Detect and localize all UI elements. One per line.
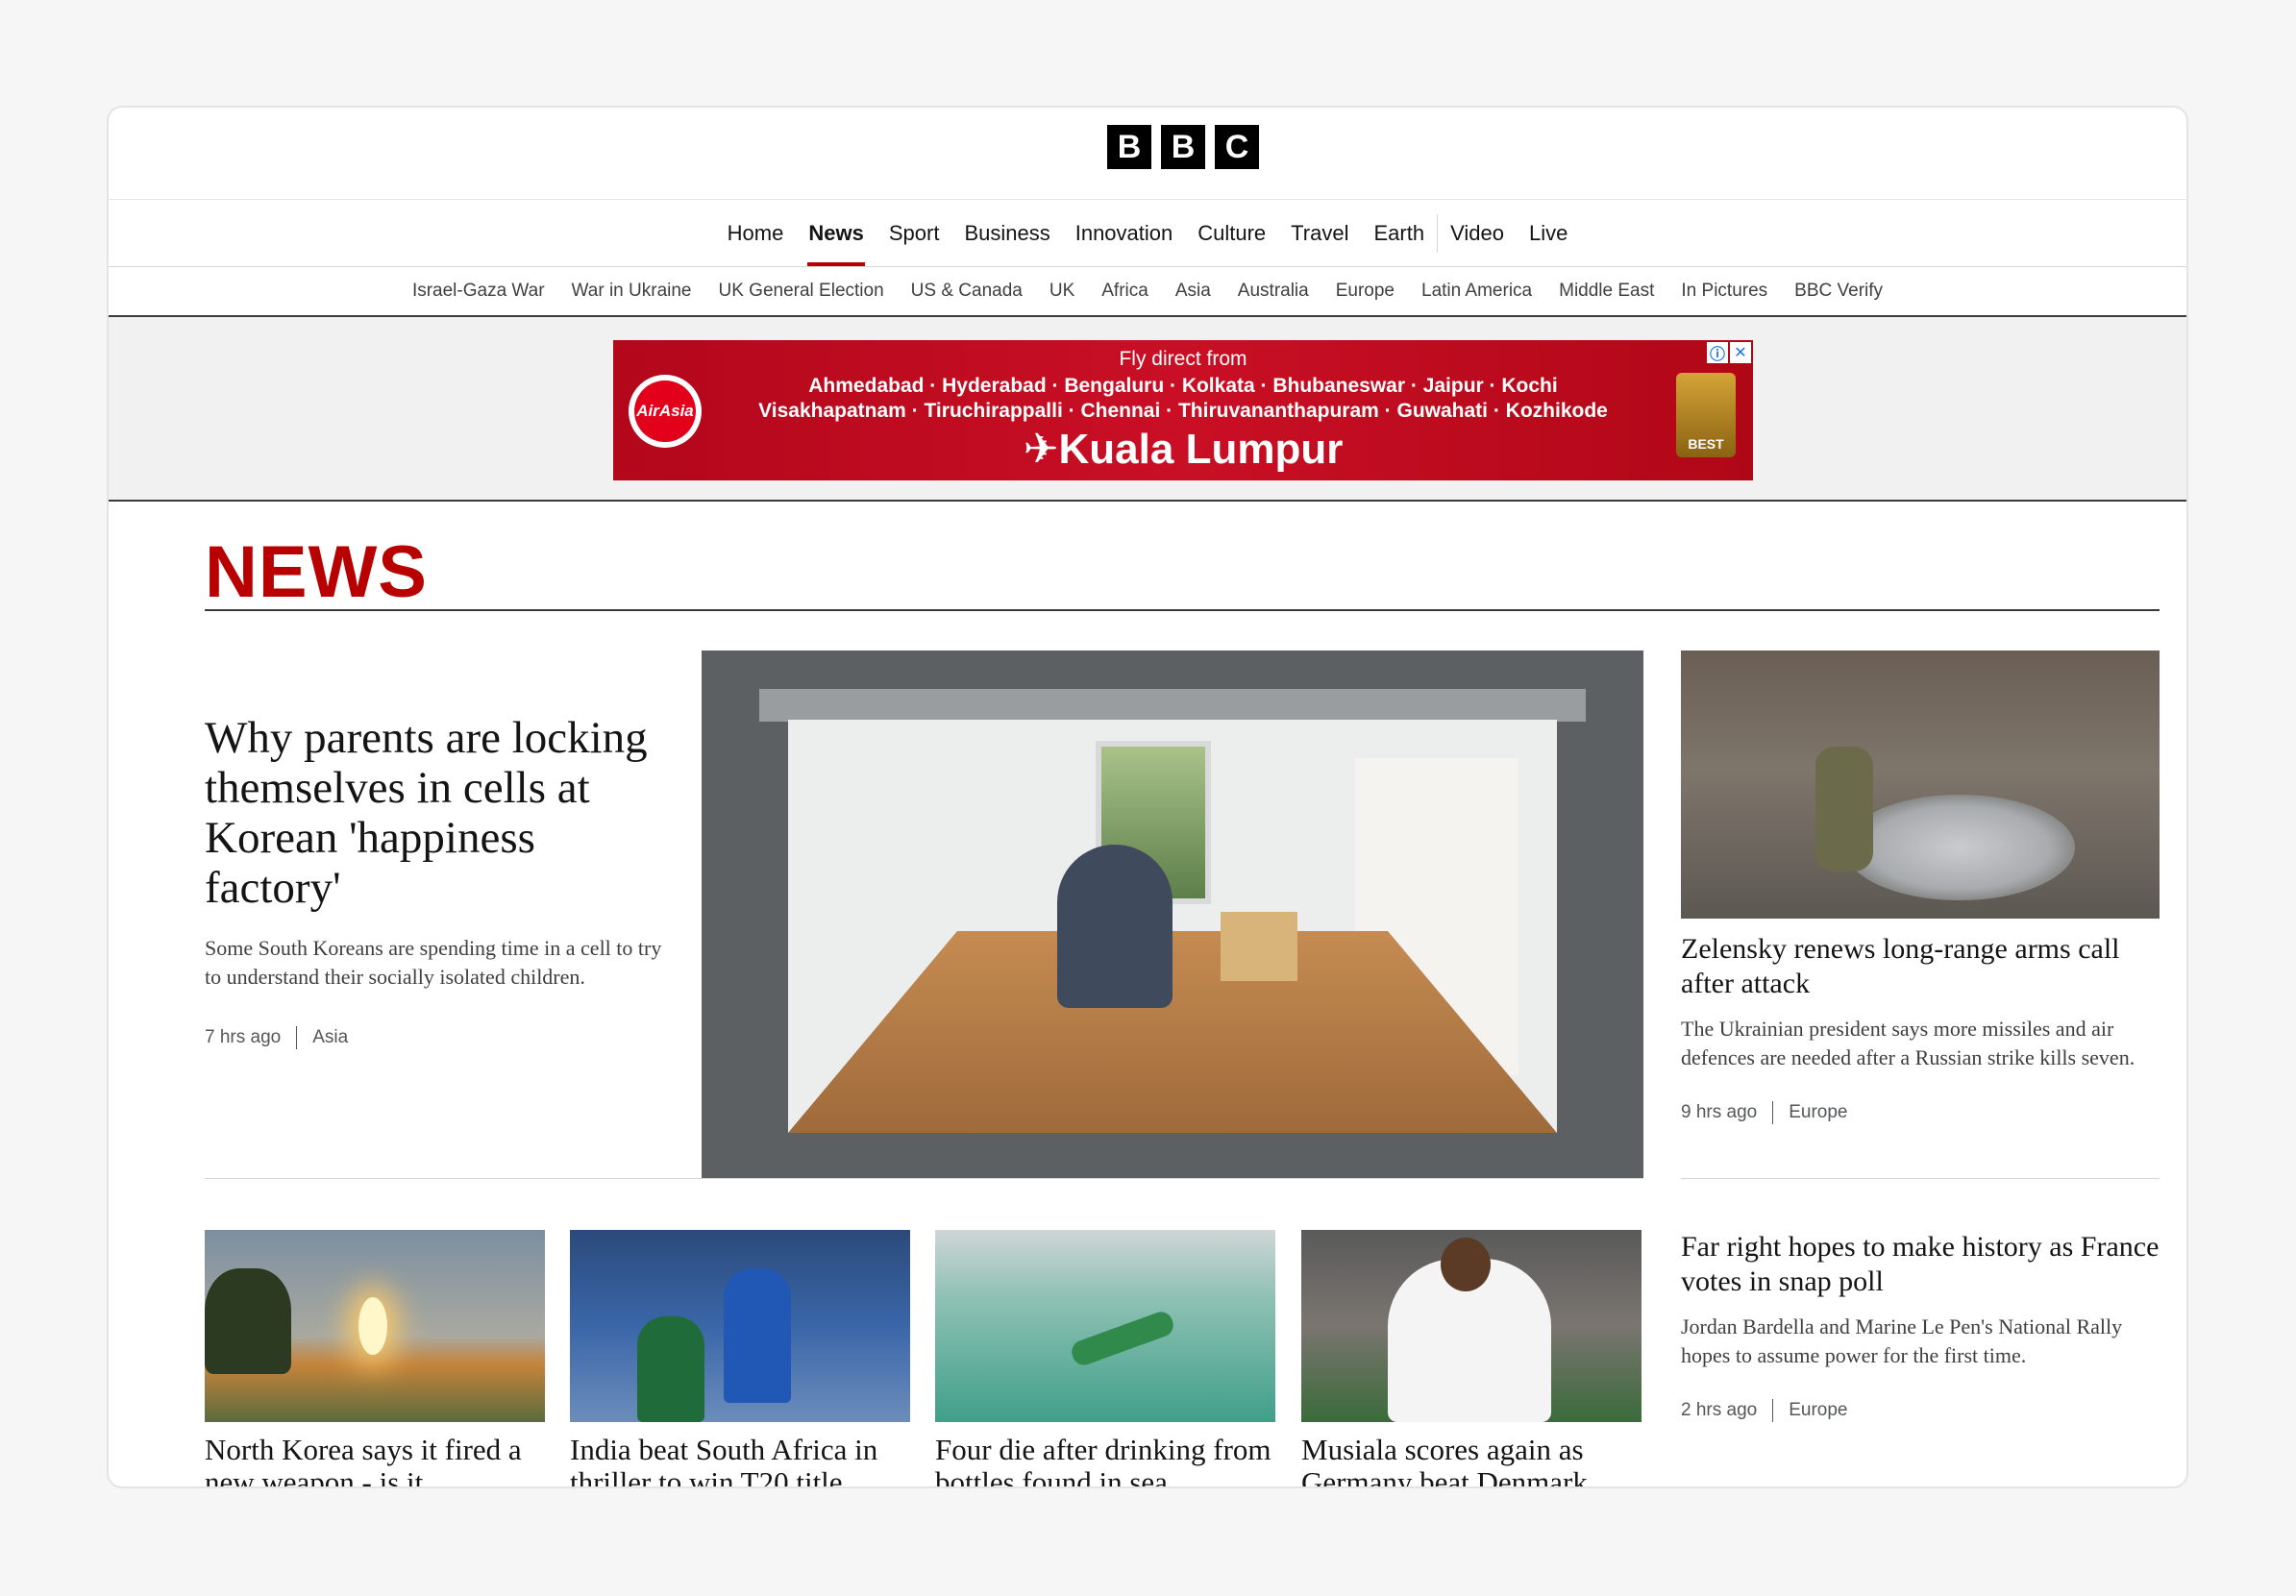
ad-close-icon[interactable]: ✕: [1730, 342, 1751, 363]
lead-meta: 7 hrs ago Asia: [205, 1026, 676, 1049]
story-card-image[interactable]: [1301, 1230, 1642, 1422]
side-story-tag[interactable]: Europe: [1789, 1102, 1847, 1123]
lead-headline[interactable]: Why parents are locking themselves in ce…: [205, 713, 676, 913]
lead-time: 7 hrs ago: [205, 1027, 282, 1047]
lead-summary: Some South Koreans are spending time in …: [205, 936, 662, 989]
nav-item-innovation[interactable]: Innovation: [1063, 200, 1186, 266]
sub-nav: Israel-Gaza War War in Ukraine UK Genera…: [109, 267, 2186, 317]
subnav-item-uk-general-election[interactable]: UK General Election: [705, 281, 898, 302]
story-card-image[interactable]: [205, 1230, 545, 1422]
nav-item-business[interactable]: Business: [951, 200, 1062, 266]
meta-separator: [296, 1026, 298, 1049]
subnav-item-latin-america[interactable]: Latin America: [1408, 281, 1545, 302]
side-story-summary: Jordan Bardella and Marine Le Pen's Nati…: [1681, 1314, 2123, 1367]
story-card[interactable]: India beat South Africa in thriller to w…: [570, 1230, 910, 1487]
story-card-image[interactable]: [935, 1230, 1275, 1422]
nav-item-earth[interactable]: Earth: [1361, 200, 1437, 266]
ad-choices: ⓘ ✕: [1707, 342, 1751, 363]
side-story-summary: The Ukrainian president says more missil…: [1681, 1017, 2136, 1069]
crater: [1844, 795, 2075, 900]
lead-divider: [205, 1178, 1643, 1179]
nav-item-travel[interactable]: Travel: [1278, 200, 1361, 266]
subnav-item-israel-gaza-war[interactable]: Israel-Gaza War: [399, 281, 558, 302]
section-title: NEWS: [205, 531, 428, 613]
ad-cities-line1: Ahmedabad · Hyderabad · Bengaluru · Kolk…: [808, 375, 1558, 397]
header-logo-row: B B C: [109, 108, 2186, 200]
side-story[interactable]: Far right hopes to make history as Franc…: [1681, 1230, 2160, 1422]
subnav-item-bbc-verify[interactable]: BBC Verify: [1781, 281, 1896, 302]
subnav-item-asia[interactable]: Asia: [1162, 281, 1224, 302]
cell-room: [788, 720, 1557, 1133]
story-card-headline[interactable]: India beat South Africa in thriller to w…: [570, 1434, 910, 1487]
story-card-headline[interactable]: Four die after drinking from bottles fou…: [935, 1434, 1275, 1487]
lead-story-image[interactable]: [702, 651, 1643, 1179]
side-story-meta: 9 hrs ago Europe: [1681, 1101, 2160, 1124]
meta-separator: [1772, 1399, 1774, 1422]
hatch-frame: [759, 689, 1586, 722]
subnav-item-middle-east[interactable]: Middle East: [1545, 281, 1667, 302]
nav-item-home[interactable]: Home: [715, 200, 797, 266]
small-desk: [1221, 912, 1297, 981]
main-nav: Home News Sport Business Innovation Cult…: [109, 200, 2186, 267]
subnav-item-war-in-ukraine[interactable]: War in Ukraine: [558, 281, 705, 302]
nav-item-video[interactable]: Video: [1438, 200, 1517, 266]
story-card-headline[interactable]: North Korea says it fired a new weapon -…: [205, 1434, 545, 1487]
subnav-item-europe[interactable]: Europe: [1322, 281, 1408, 302]
subnav-item-in-pictures[interactable]: In Pictures: [1667, 281, 1781, 302]
footballer-head: [1441, 1238, 1491, 1291]
side-story[interactable]: Zelensky renews long-range arms call aft…: [1681, 932, 2160, 1124]
side-story-time: 9 hrs ago: [1681, 1102, 1758, 1122]
airasia-ad-banner[interactable]: AirAsia Fly direct from Ahmedabad · Hyde…: [613, 340, 1753, 480]
subnav-item-uk[interactable]: UK: [1036, 281, 1088, 302]
story-card-headline[interactable]: Musiala scores again as Germany beat Den…: [1301, 1434, 1642, 1487]
bottle-in-sea: [1068, 1308, 1177, 1369]
ad-band: AirAsia Fly direct from Ahmedabad · Hyde…: [109, 317, 2186, 502]
ad-cities-line2: Visakhapatnam · Tiruchirappalli · Chenna…: [758, 400, 1608, 422]
player-figure: [724, 1268, 791, 1403]
award-badge-icon: BEST: [1676, 373, 1736, 457]
ad-intro-text: Fly direct from: [1119, 348, 1247, 370]
lead-story[interactable]: Why parents are locking themselves in ce…: [205, 713, 676, 1049]
player-figure: [637, 1316, 704, 1422]
side-story-meta: 2 hrs ago Europe: [1681, 1399, 2160, 1422]
side-story-time: 2 hrs ago: [1681, 1400, 1758, 1420]
seated-person: [1057, 845, 1173, 1008]
side-story-headline[interactable]: Far right hopes to make history as Franc…: [1681, 1230, 2160, 1299]
bbc-logo[interactable]: B B C: [1107, 125, 1259, 169]
logo-letter-b1: B: [1107, 125, 1151, 169]
nav-item-live[interactable]: Live: [1517, 200, 1580, 266]
story-card[interactable]: Musiala scores again as Germany beat Den…: [1301, 1230, 1642, 1487]
browser-page: B B C Home News Sport Business Innovatio…: [107, 106, 2188, 1488]
story-card[interactable]: Four die after drinking from bottles fou…: [935, 1230, 1275, 1487]
logo-letter-c: C: [1215, 125, 1259, 169]
logo-letter-b2: B: [1161, 125, 1205, 169]
side-story-image[interactable]: [1681, 651, 2160, 919]
subnav-item-australia[interactable]: Australia: [1224, 281, 1322, 302]
side-divider: [1681, 1178, 2160, 1179]
story-card-image[interactable]: [570, 1230, 910, 1422]
meta-separator: [1772, 1101, 1774, 1124]
ad-destination: ✈Kuala Lumpur: [1023, 426, 1344, 473]
subnav-item-africa[interactable]: Africa: [1088, 281, 1162, 302]
section-divider: [205, 609, 2160, 611]
side-story-tag[interactable]: Europe: [1789, 1400, 1847, 1421]
tree-silhouette: [205, 1268, 291, 1374]
lead-tag[interactable]: Asia: [312, 1027, 348, 1048]
side-story-headline[interactable]: Zelensky renews long-range arms call aft…: [1681, 932, 2160, 1001]
missile-launch: [358, 1297, 387, 1355]
nav-item-sport[interactable]: Sport: [876, 200, 952, 266]
soldier-figure: [1815, 747, 1873, 872]
nav-item-culture[interactable]: Culture: [1185, 200, 1278, 266]
ad-info-icon[interactable]: ⓘ: [1707, 342, 1728, 363]
nav-item-news[interactable]: News: [796, 200, 876, 266]
subnav-item-us-canada[interactable]: US & Canada: [898, 281, 1036, 302]
story-card[interactable]: North Korea says it fired a new weapon -…: [205, 1230, 545, 1487]
